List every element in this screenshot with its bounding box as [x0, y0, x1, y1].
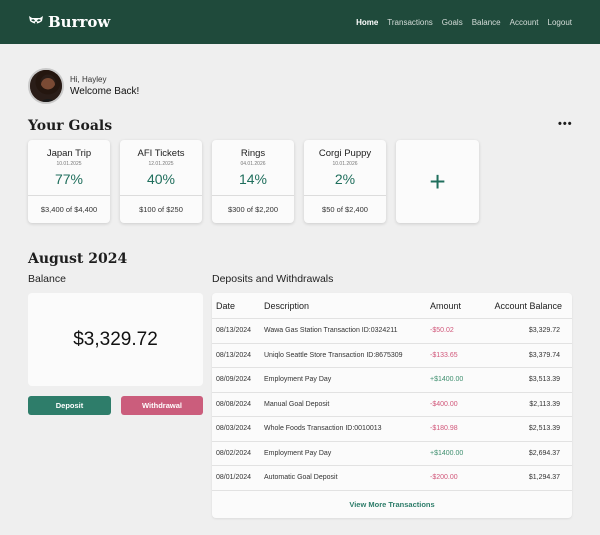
goal-card[interactable]: Corgi Puppy 10.01.2026 2% $50 of $2,400	[304, 140, 386, 223]
header-amount: Amount	[430, 300, 462, 311]
header-account-balance: Account Balance	[494, 300, 562, 311]
greeting: Hi, Hayley Welcome Back!	[28, 68, 139, 104]
nav-link-home[interactable]: Home	[356, 18, 378, 27]
deposit-button[interactable]: Deposit	[28, 396, 111, 415]
goal-card[interactable]: AFI Tickets 12.01.2025 40% $100 of $250	[120, 140, 202, 223]
goal-amount: $50 of $2,400	[322, 205, 368, 214]
goals-list: Japan Trip 10.01.2025 77% $3,400 of $4,4…	[28, 140, 479, 223]
goal-percent: 14%	[238, 171, 268, 187]
row-date: 08/01/2024	[216, 474, 252, 482]
withdrawal-button[interactable]: Withdrawal	[121, 396, 203, 415]
goal-date: 12.01.2025	[148, 161, 174, 167]
goal-divider	[28, 195, 110, 196]
row-amount: +$1400.00	[430, 449, 464, 457]
goal-name: Japan Trip	[46, 148, 92, 159]
header-description: Description	[264, 300, 310, 311]
month-title: August 2024	[28, 251, 128, 267]
view-more-transactions-link[interactable]: View More Transactions	[212, 491, 572, 518]
goal-percent: 40%	[146, 171, 176, 187]
transactions-table: Date Description Amount Account Balance …	[212, 293, 572, 518]
row-balance: $2,113.39	[529, 400, 560, 408]
table-row[interactable]: 08/13/2024 Uniqlo Seattle Store Transact…	[212, 344, 572, 368]
add-goal-button[interactable]: +	[396, 140, 479, 223]
row-date: 08/03/2024	[216, 425, 252, 433]
goal-date: 04.01.2026	[240, 161, 266, 167]
nav-link-account[interactable]: Account	[510, 18, 539, 27]
row-amount: -$50.02	[430, 327, 454, 335]
transactions-label: Deposits and Withdrawals	[212, 273, 334, 285]
row-description: Employment Pay Day	[264, 376, 332, 384]
row-balance: $2,694.37	[528, 449, 560, 457]
goal-card[interactable]: Japan Trip 10.01.2025 77% $3,400 of $4,4…	[28, 140, 110, 223]
balance-amount: $3,329.72	[73, 328, 158, 350]
goal-percent: 77%	[54, 171, 84, 187]
greeting-hi: Hi, Hayley	[70, 75, 107, 84]
row-description: Whole Foods Transaction ID:0010013	[264, 425, 382, 433]
table-row[interactable]: 08/01/2024 Automatic Goal Deposit -$200.…	[212, 466, 572, 491]
goal-date: 10.01.2025	[56, 161, 82, 167]
goals-title: Your Goals	[28, 118, 113, 134]
row-description: Uniqlo Seattle Store Transaction ID:8675…	[264, 351, 403, 359]
row-date: 08/13/2024	[216, 327, 252, 335]
header-date: Date	[216, 300, 236, 311]
goal-amount: $3,400 of $4,400	[40, 205, 98, 214]
goal-card[interactable]: Rings 04.01.2026 14% $300 of $2,200	[212, 140, 294, 223]
nav-link-balance[interactable]: Balance	[472, 18, 501, 27]
row-balance: $1,294.37	[528, 474, 560, 482]
avatar[interactable]	[28, 68, 64, 104]
row-date: 08/08/2024	[216, 400, 252, 408]
row-balance: $3,379.74	[528, 351, 560, 359]
balance-card: $3,329.72	[28, 293, 203, 386]
goal-amount: $100 of $250	[139, 205, 183, 214]
goal-divider	[212, 195, 294, 196]
table-row[interactable]: 08/09/2024 Employment Pay Day +$1400.00 …	[212, 368, 572, 393]
goal-date: 10.01.2026	[332, 161, 358, 167]
brand-name: Burrow	[48, 13, 111, 31]
table-row[interactable]: 08/13/2024 Wawa Gas Station Transaction …	[212, 319, 572, 344]
table-row[interactable]: 08/02/2024 Employment Pay Day +$1400.00 …	[212, 442, 572, 466]
goal-name: Corgi Puppy	[318, 148, 372, 159]
goal-amount: $300 of $2,200	[227, 205, 279, 214]
table-header: Date Description Amount Account Balance	[212, 293, 572, 319]
nav-link-transactions[interactable]: Transactions	[387, 18, 433, 27]
top-nav: Burrow Home Transactions Goals Balance A…	[0, 0, 600, 44]
goal-divider	[304, 195, 386, 196]
row-date: 08/09/2024	[216, 376, 252, 384]
table-row[interactable]: 08/03/2024 Whole Foods Transaction ID:00…	[212, 417, 572, 442]
table-row[interactable]: 08/08/2024 Manual Goal Deposit -$400.00 …	[212, 393, 572, 417]
plus-icon: +	[429, 165, 446, 197]
row-amount: -$180.98	[430, 425, 458, 433]
row-amount: -$133.65	[430, 351, 458, 359]
row-description: Manual Goal Deposit	[264, 400, 330, 408]
row-amount: +$1400.00	[430, 376, 464, 384]
nav-link-goals[interactable]: Goals	[442, 18, 463, 27]
goal-name: AFI Tickets	[137, 148, 185, 159]
row-date: 08/02/2024	[216, 449, 252, 457]
row-balance: $3,513.39	[528, 376, 560, 384]
row-description: Wawa Gas Station Transaction ID:0324211	[264, 327, 398, 335]
row-date: 08/13/2024	[216, 351, 252, 359]
raccoon-icon	[28, 13, 44, 31]
row-amount: -$400.00	[430, 400, 458, 408]
goal-percent: 2%	[334, 171, 356, 187]
row-description: Automatic Goal Deposit	[264, 474, 338, 482]
more-options-icon[interactable]: •••	[558, 118, 573, 130]
brand[interactable]: Burrow	[28, 13, 110, 31]
row-amount: -$200.00	[430, 474, 458, 482]
nav-link-logout[interactable]: Logout	[548, 18, 572, 27]
goal-divider	[120, 195, 202, 196]
goal-name: Rings	[240, 148, 266, 159]
row-balance: $2,513.39	[528, 425, 560, 433]
row-balance: $3,329.72	[528, 327, 560, 335]
greeting-welcome: Welcome Back!	[70, 86, 140, 97]
row-description: Employment Pay Day	[264, 449, 332, 457]
greeting-text: Hi, Hayley Welcome Back!	[70, 75, 139, 97]
balance-label: Balance	[28, 273, 66, 285]
nav-links: Home Transactions Goals Balance Account …	[356, 18, 572, 27]
